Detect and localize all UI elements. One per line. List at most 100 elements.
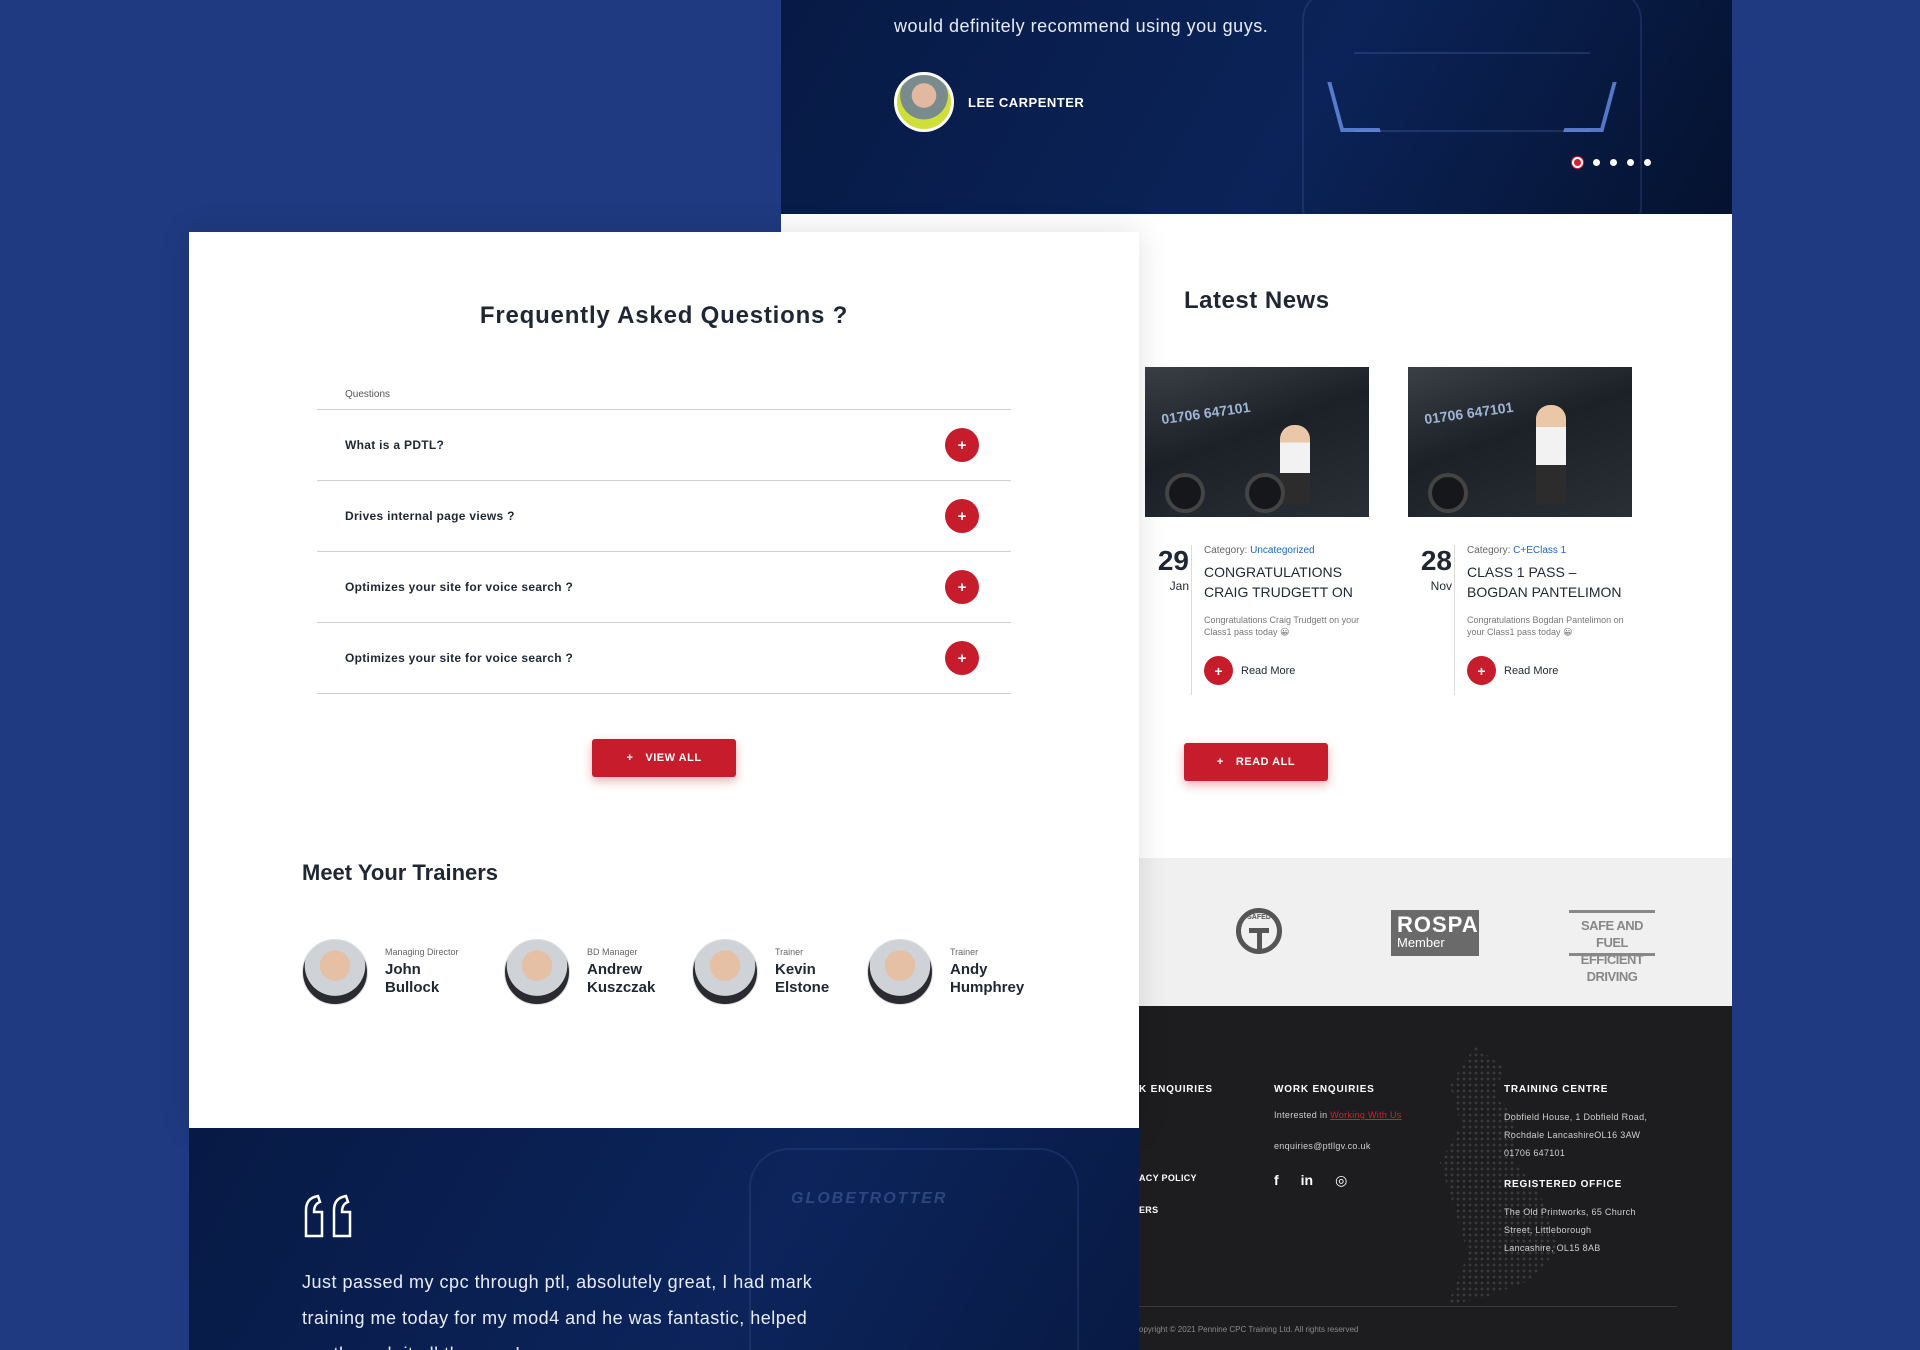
news-date: 29 Jan bbox=[1145, 545, 1189, 595]
carousel-dot-5[interactable] bbox=[1644, 159, 1651, 166]
linkedin-icon[interactable]: in bbox=[1301, 1172, 1313, 1189]
trainer-photo bbox=[302, 939, 368, 1005]
faq-row[interactable]: Optimizes your site for voice search ? + bbox=[317, 623, 1011, 694]
news-category: Category: Uncategorized bbox=[1204, 545, 1315, 556]
read-more-label: Read More bbox=[1504, 664, 1559, 677]
footer-careers-link[interactable]: ERS bbox=[1139, 1201, 1158, 1219]
news-card: 01706 647101 28 Nov Category: C+EClass 1… bbox=[1408, 367, 1632, 695]
instagram-icon[interactable]: ◎ bbox=[1335, 1172, 1347, 1189]
plus-icon: + bbox=[1467, 656, 1496, 685]
plus-icon: + bbox=[1204, 656, 1233, 685]
testimonial-author: LEE CARPENTER bbox=[894, 72, 1084, 132]
carousel-dot-3[interactable] bbox=[1610, 159, 1617, 166]
trainer-role: Trainer bbox=[775, 947, 804, 957]
footer-col1-heading: K ENQUIRIES bbox=[1139, 1084, 1213, 1095]
bottom-testimonial-section: GLOBETROTTER Just passed my cpc through … bbox=[189, 1128, 1139, 1350]
testimonial-quote: Just passed my cpc through ptl, absolute… bbox=[302, 1272, 813, 1350]
trainer-role: Managing Director bbox=[385, 947, 459, 957]
carousel-dots bbox=[1572, 157, 1651, 168]
trainer-last-name: Elstone bbox=[775, 979, 830, 996]
news-photo[interactable]: 01706 647101 bbox=[1145, 367, 1369, 517]
expand-plus-icon[interactable]: + bbox=[945, 499, 979, 533]
trainer-photo bbox=[504, 939, 570, 1005]
facebook-icon[interactable]: f bbox=[1274, 1172, 1279, 1189]
trainer-card[interactable]: Trainer Kevin Elstone bbox=[692, 939, 829, 1005]
carousel-dot-2[interactable] bbox=[1593, 159, 1600, 166]
trainer-last-name: Humphrey bbox=[950, 979, 1025, 996]
plus-icon: + bbox=[626, 752, 634, 764]
category-link[interactable]: C+EClass 1 bbox=[1513, 545, 1566, 556]
expand-plus-icon[interactable]: + bbox=[945, 428, 979, 462]
category-link[interactable]: Uncategorized bbox=[1250, 545, 1314, 556]
registered-address-1: The Old Printworks, 65 Church bbox=[1504, 1207, 1636, 1217]
registered-office-heading: REGISTERED OFFICE bbox=[1504, 1179, 1623, 1190]
news-body: Category: Uncategorized CONGRATULATIONS … bbox=[1191, 545, 1369, 695]
training-phone[interactable]: 01706 647101 bbox=[1504, 1144, 1565, 1162]
training-centre-heading: TRAINING CENTRE bbox=[1504, 1084, 1609, 1095]
footer-privacy-link[interactable]: ACY POLICY bbox=[1139, 1169, 1197, 1187]
faq-row[interactable]: Drives internal page views ? + bbox=[317, 481, 1011, 552]
faq-row[interactable]: Optimizes your site for voice search ? + bbox=[317, 552, 1011, 623]
faq-trainers-panel: Frequently Asked Questions ? Questions W… bbox=[189, 232, 1139, 1128]
news-photo[interactable]: 01706 647101 bbox=[1408, 367, 1632, 517]
copyright-text: opyright © 2021 Pennine CPC Training Ltd… bbox=[1139, 1325, 1359, 1334]
view-all-label: VIEW ALL bbox=[645, 752, 702, 764]
trainer-first-name: John bbox=[385, 961, 421, 978]
carousel-dot-1[interactable] bbox=[1572, 157, 1583, 168]
news-date: 28 Nov bbox=[1408, 545, 1452, 595]
read-more-label: Read More bbox=[1241, 664, 1296, 677]
work-enquiries-heading: WORK ENQUIRIES bbox=[1274, 1084, 1375, 1095]
news-month: Nov bbox=[1430, 579, 1452, 593]
trainer-role: Trainer bbox=[950, 947, 979, 957]
footer: K ENQUIRIES ACY POLICY ERS WORK ENQUIRIE… bbox=[1139, 1006, 1732, 1350]
news-headline[interactable]: CLASS 1 PASS – BOGDAN PANTELIMON bbox=[1467, 562, 1632, 602]
accreditation-logos: SAFED ROSPA Member SAFE AND FUEL EFFICIE… bbox=[1139, 858, 1732, 1006]
faq-row[interactable]: What is a PDTL? + bbox=[317, 410, 1011, 481]
carousel-dot-4[interactable] bbox=[1627, 159, 1634, 166]
news-day: 28 bbox=[1420, 545, 1452, 576]
work-email[interactable]: enquiries@ptllgv.co.uk bbox=[1274, 1137, 1371, 1155]
news-excerpt: Congratulations Bogdan Pantelimon on you… bbox=[1467, 615, 1624, 637]
read-more-link[interactable]: + Read More bbox=[1204, 656, 1369, 685]
working-with-us-link[interactable]: Working With Us bbox=[1330, 1110, 1401, 1120]
trainer-last-name: Kuszczak bbox=[587, 979, 656, 996]
news-month: Jan bbox=[1169, 579, 1189, 593]
trainers-title: Meet Your Trainers bbox=[302, 860, 499, 885]
quote-icon bbox=[304, 1194, 352, 1238]
safed-logo: SAFED bbox=[1236, 908, 1282, 954]
trainer-photo bbox=[867, 939, 933, 1005]
read-more-link[interactable]: + Read More bbox=[1467, 656, 1632, 685]
faq-question: Drives internal page views ? bbox=[345, 509, 515, 523]
news-excerpt: Congratulations Craig Trudgett on your C… bbox=[1204, 615, 1360, 637]
faq-title: Frequently Asked Questions ? bbox=[479, 302, 849, 329]
trainer-role: BD Manager bbox=[587, 947, 638, 957]
footer-divider bbox=[1139, 1306, 1677, 1307]
safe-fuel-driving-logo: SAFE AND FUEL EFFICIENT DRIVING bbox=[1569, 910, 1655, 984]
faq-question: What is a PDTL? bbox=[345, 438, 445, 452]
read-all-label: READ ALL bbox=[1235, 756, 1296, 768]
rospa-logo: ROSPA Member bbox=[1391, 910, 1479, 956]
news-headline[interactable]: CONGRATULATIONS CRAIG TRUDGETT ON bbox=[1204, 562, 1369, 602]
testimonial-quote: would definitely recommend using you guy… bbox=[894, 16, 1269, 36]
expand-plus-icon[interactable]: + bbox=[945, 641, 979, 675]
faq-question: Optimizes your site for voice search ? bbox=[345, 651, 574, 665]
trainer-first-name: Andy bbox=[950, 961, 988, 978]
expand-plus-icon[interactable]: + bbox=[945, 570, 979, 604]
trainer-card[interactable]: Trainer Andy Humphrey bbox=[867, 939, 1024, 1005]
training-address-2: Rochdale LancashireOL16 3AW bbox=[1504, 1130, 1641, 1140]
avatar bbox=[894, 72, 954, 132]
training-address-1: Dobfield House, 1 Dobfield Road, bbox=[1504, 1112, 1648, 1122]
faq-column-header: Questions bbox=[317, 372, 1011, 410]
news-body: Category: C+EClass 1 CLASS 1 PASS – BOGD… bbox=[1454, 545, 1632, 695]
read-all-button[interactable]: + READ ALL bbox=[1184, 743, 1328, 781]
trainer-card[interactable]: BD Manager Andrew Kuszczak bbox=[504, 939, 655, 1005]
top-testimonial-section: would definitely recommend using you guy… bbox=[781, 0, 1732, 214]
work-interested-text: Interested in Working With Us bbox=[1274, 1110, 1402, 1120]
trainer-card[interactable]: Managing Director John Bullock bbox=[302, 939, 459, 1005]
plus-icon: + bbox=[1216, 756, 1224, 768]
trainer-last-name: Bullock bbox=[385, 979, 440, 996]
news-card: 01706 647101 29 Jan Category: Uncategori… bbox=[1145, 367, 1369, 695]
social-links: f in ◎ bbox=[1274, 1172, 1347, 1189]
registered-address-3: Lancashire, OL15 8AB bbox=[1504, 1243, 1601, 1253]
view-all-button[interactable]: + VIEW ALL bbox=[592, 739, 736, 777]
